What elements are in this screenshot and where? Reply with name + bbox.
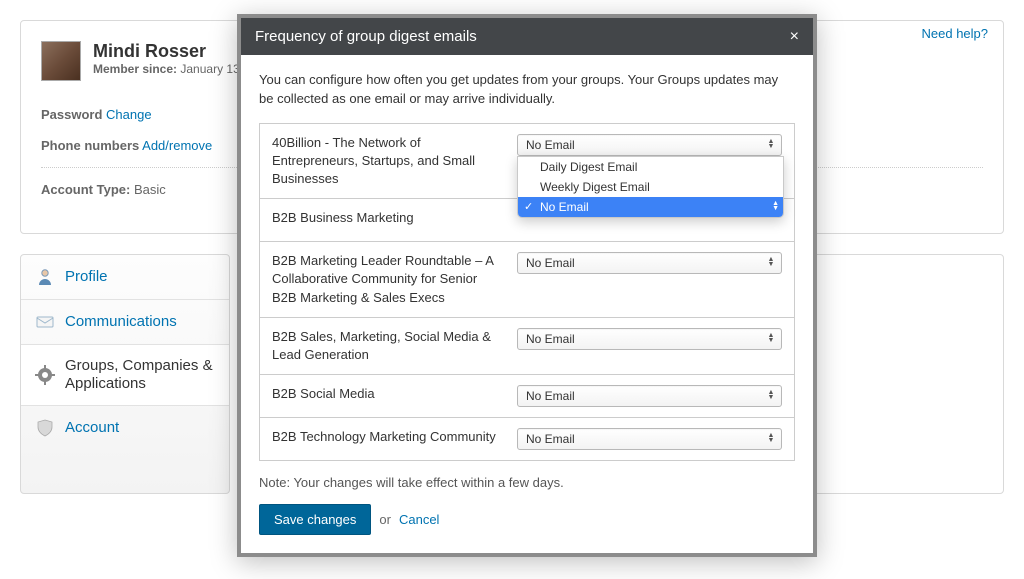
- dropdown-option-label: No Email: [540, 200, 589, 214]
- member-since: Member since: January 13,: [93, 62, 243, 76]
- group-row: B2B Social Media No Email ▲▼: [260, 375, 794, 418]
- sidebar-item-groups[interactable]: Groups, Companies & Applications: [21, 345, 229, 406]
- dropdown-option-none[interactable]: No Email ▲▼: [518, 197, 783, 217]
- updown-icon: ▲▼: [765, 140, 781, 150]
- select-value: No Email: [526, 332, 575, 346]
- save-changes-button[interactable]: Save changes: [259, 504, 371, 535]
- updown-icon: ▲▼: [772, 202, 779, 212]
- cancel-link[interactable]: Cancel: [399, 512, 439, 527]
- group-name: B2B Social Media: [272, 385, 505, 403]
- profile-name: Mindi Rosser: [93, 41, 243, 62]
- sidebar-item-label: Profile: [65, 268, 108, 286]
- settings-sidebar: Profile Communications Groups, Companies…: [20, 254, 230, 494]
- modal-titlebar: Frequency of group digest emails ×: [241, 18, 813, 55]
- group-name: B2B Marketing Leader Roundtable – A Coll…: [272, 252, 505, 307]
- modal-note: Note: Your changes will take effect with…: [259, 475, 795, 490]
- phone-label: Phone numbers: [41, 138, 139, 153]
- frequency-select[interactable]: No Email ▲▼: [517, 428, 782, 450]
- frequency-select[interactable]: No Email ▲▼: [517, 134, 782, 156]
- shield-icon: [35, 418, 55, 438]
- frequency-select[interactable]: No Email ▲▼: [517, 252, 782, 274]
- frequency-select[interactable]: No Email ▲▼: [517, 328, 782, 350]
- select-value: No Email: [526, 138, 575, 152]
- sidebar-item-profile[interactable]: Profile: [21, 255, 229, 300]
- sidebar-item-label: Groups, Companies & Applications: [65, 357, 215, 393]
- modal-close-button[interactable]: ×: [790, 29, 799, 45]
- sidebar-item-communications[interactable]: Communications: [21, 300, 229, 345]
- account-type-value: Basic: [134, 182, 166, 197]
- group-name: 40Billion - The Network of Entrepreneurs…: [272, 134, 505, 189]
- updown-icon: ▲▼: [765, 258, 781, 268]
- select-value: No Email: [526, 389, 575, 403]
- need-help-link[interactable]: Need help?: [922, 26, 989, 41]
- group-row: B2B Sales, Marketing, Social Media & Lea…: [260, 318, 794, 375]
- updown-icon: ▲▼: [765, 334, 781, 344]
- modal-intro: You can configure how often you get upda…: [259, 71, 795, 109]
- select-value: No Email: [526, 256, 575, 270]
- password-label: Password: [41, 107, 102, 122]
- account-type-label: Account Type:: [41, 182, 130, 197]
- modal-title: Frequency of group digest emails: [255, 28, 477, 45]
- group-row: B2B Marketing Leader Roundtable – A Coll…: [260, 242, 794, 318]
- group-name: B2B Technology Marketing Community: [272, 428, 505, 446]
- group-table: 40Billion - The Network of Entrepreneurs…: [259, 123, 795, 462]
- group-digest-modal: Frequency of group digest emails × You c…: [237, 14, 817, 557]
- sidebar-item-account[interactable]: Account: [21, 406, 229, 450]
- password-change-link[interactable]: Change: [106, 107, 152, 122]
- phone-add-remove-link[interactable]: Add/remove: [142, 138, 212, 153]
- gear-icon: [35, 365, 55, 385]
- frequency-dropdown: Daily Digest Email Weekly Digest Email N…: [517, 156, 784, 218]
- sidebar-item-label: Communications: [65, 313, 177, 331]
- group-row: B2B Technology Marketing Community No Em…: [260, 418, 794, 460]
- sidebar-item-label: Account: [65, 419, 119, 437]
- group-name: B2B Business Marketing: [272, 209, 505, 227]
- avatar: [41, 41, 81, 81]
- envelope-icon: [35, 312, 55, 332]
- select-value: No Email: [526, 432, 575, 446]
- updown-icon: ▲▼: [765, 391, 781, 401]
- group-name: B2B Sales, Marketing, Social Media & Lea…: [272, 328, 505, 364]
- frequency-select[interactable]: No Email ▲▼: [517, 385, 782, 407]
- person-icon: [35, 267, 55, 287]
- member-since-label: Member since:: [93, 62, 177, 76]
- dropdown-option-weekly[interactable]: Weekly Digest Email: [518, 177, 783, 197]
- member-since-value: January 13,: [180, 62, 243, 76]
- updown-icon: ▲▼: [765, 434, 781, 444]
- or-text: or: [379, 512, 391, 527]
- group-row: 40Billion - The Network of Entrepreneurs…: [260, 124, 794, 200]
- dropdown-option-daily[interactable]: Daily Digest Email: [518, 157, 783, 177]
